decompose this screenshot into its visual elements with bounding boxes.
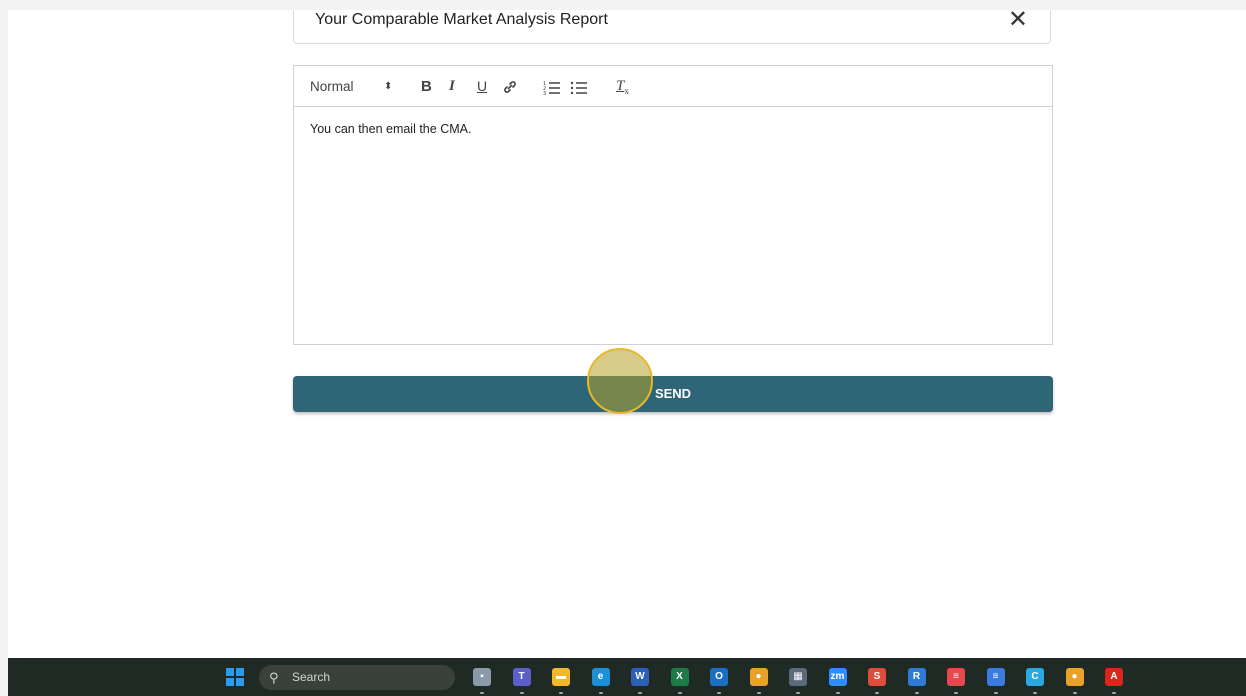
running-indicator [993,692,998,694]
running-indicator [835,692,840,694]
teams-icon[interactable]: T [512,668,531,686]
c-app-icon[interactable]: C [1026,668,1044,686]
text-style-select[interactable]: Normal [310,66,354,107]
italic-button[interactable]: I [449,66,455,107]
outlook-icon[interactable]: O [710,668,728,686]
red-app-icon[interactable]: ≡ [947,668,965,686]
running-indicator [954,692,958,694]
link-icon[interactable] [502,79,518,95]
r-app-icon[interactable]: R [907,668,926,686]
zoom-icon[interactable]: zm [828,668,847,686]
running-indicator [1033,692,1037,694]
running-indicator [480,692,484,694]
underline-button[interactable]: U [477,66,487,107]
chrome-icon[interactable]: ● [749,668,768,686]
chrome-2-icon[interactable]: ● [1065,668,1084,686]
s-app-icon[interactable]: S [868,668,886,686]
running-indicator [559,692,563,694]
bullet-list-icon[interactable] [570,79,588,95]
word-icon[interactable]: W [631,668,649,686]
task-view-icon[interactable]: ▪ [473,668,491,686]
search-icon: ⚲ [269,670,279,685]
bold-button[interactable]: B [421,66,432,107]
running-indicator [638,692,642,694]
running-indicator [1112,692,1116,694]
running-indicator [1072,692,1077,694]
close-icon[interactable]: ✕ [1008,7,1028,33]
rich-text-editor[interactable]: Normal ⬍ B I U 123 Tx You can then email… [293,65,1053,345]
running-indicator [875,692,879,694]
running-indicator [519,692,524,694]
ordered-list-icon[interactable]: 123 [543,79,561,97]
running-indicator [677,692,682,694]
editor-body-text[interactable]: You can then email the CMA. [310,122,471,136]
running-indicator [756,692,761,694]
windows-start-icon[interactable] [226,668,244,686]
send-button[interactable]: SEND [293,376,1053,412]
running-indicator [598,692,603,694]
windows-taskbar: ⚲ Search ▪ T ▬ e W X O ● ▦ zm S R ≡ ≡ C ● A [8,658,1246,696]
running-indicator [914,692,919,694]
taskbar-search[interactable]: ⚲ Search [259,665,455,690]
page: Your Comparable Market Analysis Report ✕… [8,7,1246,658]
acrobat-icon[interactable]: A [1105,668,1123,686]
clear-format-button[interactable]: Tx [616,66,629,107]
editor-toolbar: Normal ⬍ B I U 123 Tx [294,66,1052,107]
docs-icon[interactable]: ≡ [986,668,1005,686]
taskbar-search-label: Search [292,670,331,684]
running-indicator [717,692,721,694]
subject-field[interactable]: Your Comparable Market Analysis Report ✕ [293,7,1051,44]
running-indicator [796,692,800,694]
select-arrows-icon[interactable]: ⬍ [384,66,392,107]
subject-text: Your Comparable Market Analysis Report [315,11,608,28]
calculator-icon[interactable]: ▦ [789,668,807,686]
file-explorer-icon[interactable]: ▬ [552,668,570,686]
excel-icon[interactable]: X [670,668,689,686]
edge-icon[interactable]: e [591,668,610,686]
svg-text:3: 3 [543,91,546,95]
